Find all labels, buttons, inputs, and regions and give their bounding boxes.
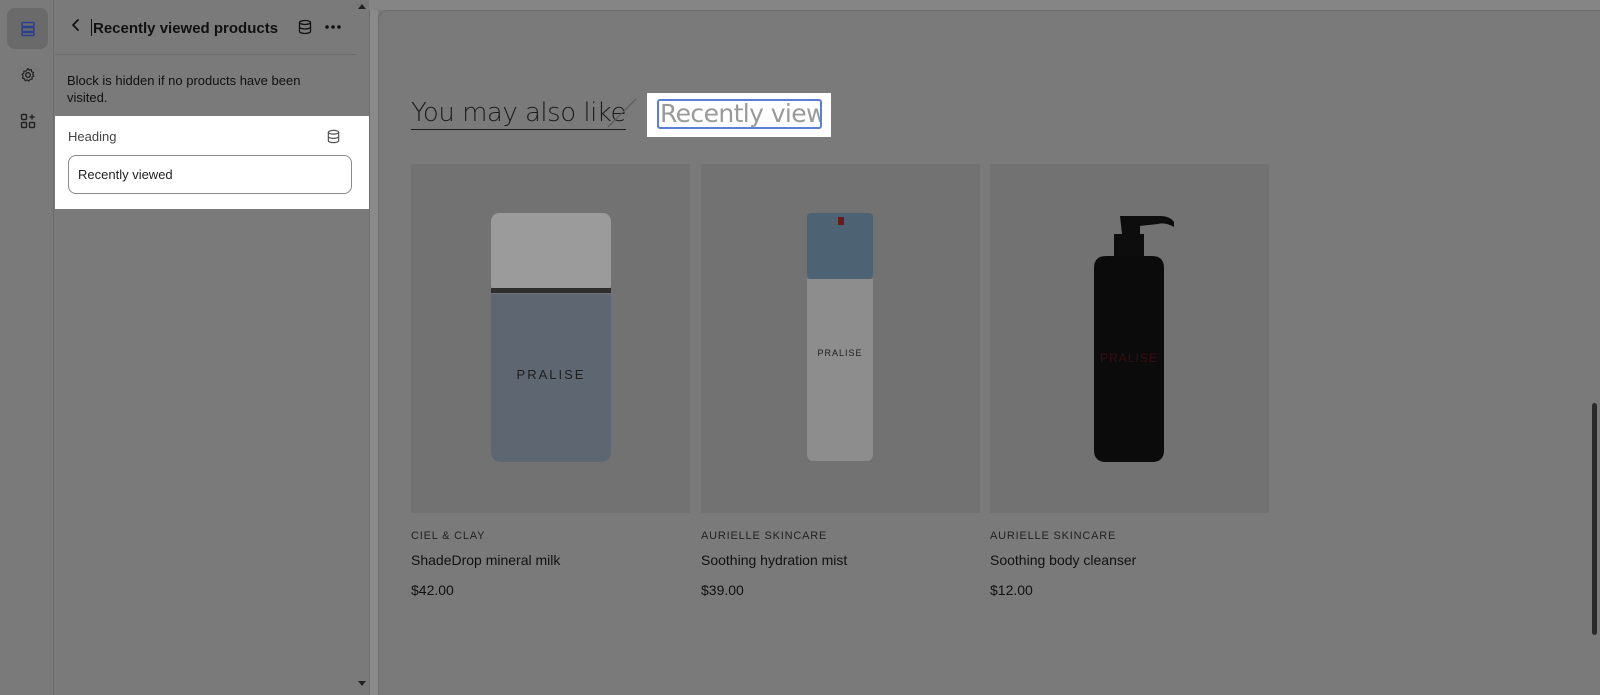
bottle-brand-mark: PRALISE [817,348,862,358]
storefront-preview: You may also like Recently viewed PRALIS… [378,10,1600,695]
product-price: $39.00 [701,582,744,598]
dynamic-source-icon[interactable] [297,19,313,35]
rail-settings-button[interactable] [7,54,48,95]
hidden-block-notice: Block is hidden if no products have been… [67,73,301,105]
scroll-up-arrow[interactable] [358,4,366,9]
product-price: $42.00 [411,582,454,598]
product-card[interactable]: PRALISE CIEL & CLAY ShadeDrop mineral mi… [411,164,690,598]
product-card[interactable]: PRALISE AURIELLE SKINCARE Soothing body … [990,164,1269,598]
apps-add-icon [20,113,35,128]
heading-input[interactable]: Recently viewed [68,155,352,194]
rail-apps-button[interactable] [7,100,48,141]
bottle-brand-mark: PRALISE [1100,351,1158,365]
product-title[interactable]: Soothing hydration mist [701,552,980,568]
product-vendor: AURIELLE SKINCARE [701,530,828,542]
tab-separator [607,98,637,128]
product-title[interactable]: ShadeDrop mineral milk [411,552,690,568]
sections-icon [20,21,35,36]
product-price: $12.00 [990,582,1033,598]
product-title[interactable]: Soothing body cleanser [990,552,1269,568]
rail-sections-button[interactable] [7,8,48,49]
heading-setting: Heading Recently viewed [55,116,369,209]
tab-recently-viewed[interactable]: Recently viewed [657,99,822,129]
bottle-brand-mark: PRALISE [517,367,586,382]
bottle-illustration: PRALISE [1094,216,1174,462]
connect-source-icon[interactable] [326,129,341,144]
product-vendor: AURIELLE SKINCARE [990,530,1117,542]
panel-resize-handle[interactable] [369,0,378,695]
product-card[interactable]: PRALISE AURIELLE SKINCARE Soothing hydra… [701,164,980,598]
heading-field-label: Heading [68,129,117,144]
selected-heading-highlight: Recently viewed [647,93,831,137]
product-image[interactable]: PRALISE [411,164,690,513]
preview-scrollbar[interactable] [1592,403,1597,635]
panel-title: Recently viewed products [91,19,278,37]
bottle-illustration: PRALISE [807,213,873,461]
back-icon[interactable] [68,17,84,33]
panel-header: Recently viewed products [55,0,356,55]
gear-icon [20,67,34,82]
theme-editor: Recently viewed products Block is hidden… [0,0,1600,695]
product-image[interactable]: PRALISE [990,164,1269,513]
panel-title-text: Recently viewed products [93,20,279,37]
scroll-down-arrow[interactable] [358,681,366,686]
product-image[interactable]: PRALISE [701,164,980,513]
product-vendor: CIEL & CLAY [411,530,486,542]
block-settings-panel: Recently viewed products Block is hidden… [55,0,369,695]
tab-you-may-also-like[interactable]: You may also like [411,98,626,130]
icon-rail [0,0,54,695]
bottle-illustration: PRALISE [491,213,611,462]
more-options-icon[interactable] [323,18,343,36]
text-cursor [91,19,92,36]
preview-top-bar [369,0,1600,10]
